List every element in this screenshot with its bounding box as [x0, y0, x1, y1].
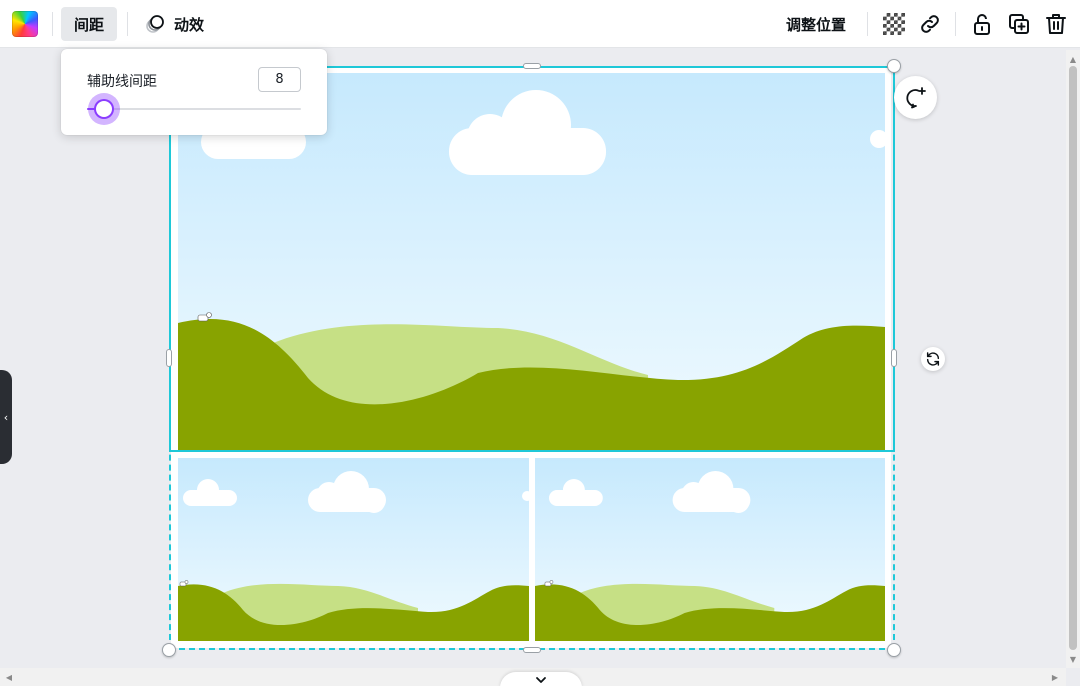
toolbar-divider [867, 12, 868, 36]
trash-icon [1046, 14, 1066, 34]
bottom-panel-toggle[interactable] [500, 672, 582, 686]
resize-handle-top-right[interactable] [887, 59, 901, 73]
resize-handle-bottom-left[interactable] [162, 643, 176, 657]
top-toolbar: 间距 动效 调整位置 [0, 0, 1080, 48]
guide-spacing-slider-thumb[interactable] [88, 93, 121, 125]
scroll-left-arrow-icon[interactable]: ◀ [2, 670, 16, 684]
transparency-icon [883, 13, 905, 35]
rotate-icon [926, 352, 940, 366]
landscape-image [535, 458, 885, 641]
scroll-up-arrow-icon[interactable]: ▲ [1066, 52, 1080, 66]
rotate-button[interactable] [921, 347, 945, 371]
unlock-button[interactable] [966, 8, 998, 40]
design-page [171, 68, 891, 648]
link-button[interactable] [914, 8, 946, 40]
guide-spacing-value-input[interactable]: 8 [258, 67, 301, 92]
toolbar-divider [127, 12, 128, 36]
add-comment-icon [905, 86, 926, 108]
resize-handle-left[interactable] [166, 349, 172, 367]
resize-handle-right[interactable] [891, 349, 897, 367]
resize-handle-bottom[interactable] [523, 647, 541, 653]
scroll-down-arrow-icon[interactable]: ▼ [1066, 652, 1080, 666]
resize-handle-bottom-right[interactable] [887, 643, 901, 657]
delete-button[interactable] [1040, 8, 1072, 40]
link-icon [921, 15, 939, 33]
vertical-scroll-thumb[interactable] [1069, 66, 1077, 650]
animate-icon [146, 15, 164, 33]
resize-handle-top[interactable] [523, 63, 541, 69]
image-frame-bottom-left[interactable] [178, 458, 529, 641]
duplicate-icon [1009, 14, 1029, 34]
animate-button[interactable]: 动效 [140, 7, 208, 41]
spacing-button[interactable]: 间距 [61, 7, 117, 41]
vertical-scrollbar[interactable]: ▲ ▼ [1066, 50, 1080, 668]
scroll-right-arrow-icon[interactable]: ▶ [1048, 670, 1062, 684]
side-panel-toggle[interactable]: ‹ [0, 370, 12, 464]
duplicate-button[interactable] [1003, 8, 1035, 40]
color-picker-button[interactable] [12, 11, 38, 37]
chevron-down-icon [536, 677, 546, 683]
adjust-position-button[interactable]: 调整位置 [778, 7, 854, 41]
guide-spacing-label: 辅助线间距 [87, 74, 157, 90]
landscape-image [178, 458, 529, 641]
toolbar-divider [52, 12, 53, 36]
unlock-icon [974, 14, 990, 35]
adjust-position-label: 调整位置 [785, 15, 846, 34]
chevron-left-icon: ‹ [3, 410, 9, 424]
animate-button-label: 动效 [174, 15, 205, 34]
spacing-popup: 辅助线间距 8 [61, 49, 327, 135]
image-frame-bottom-right[interactable] [535, 458, 885, 641]
transparency-button[interactable] [878, 8, 910, 40]
spacing-button-label: 间距 [73, 15, 104, 34]
add-comment-button[interactable] [894, 76, 937, 119]
toolbar-divider [955, 12, 956, 36]
